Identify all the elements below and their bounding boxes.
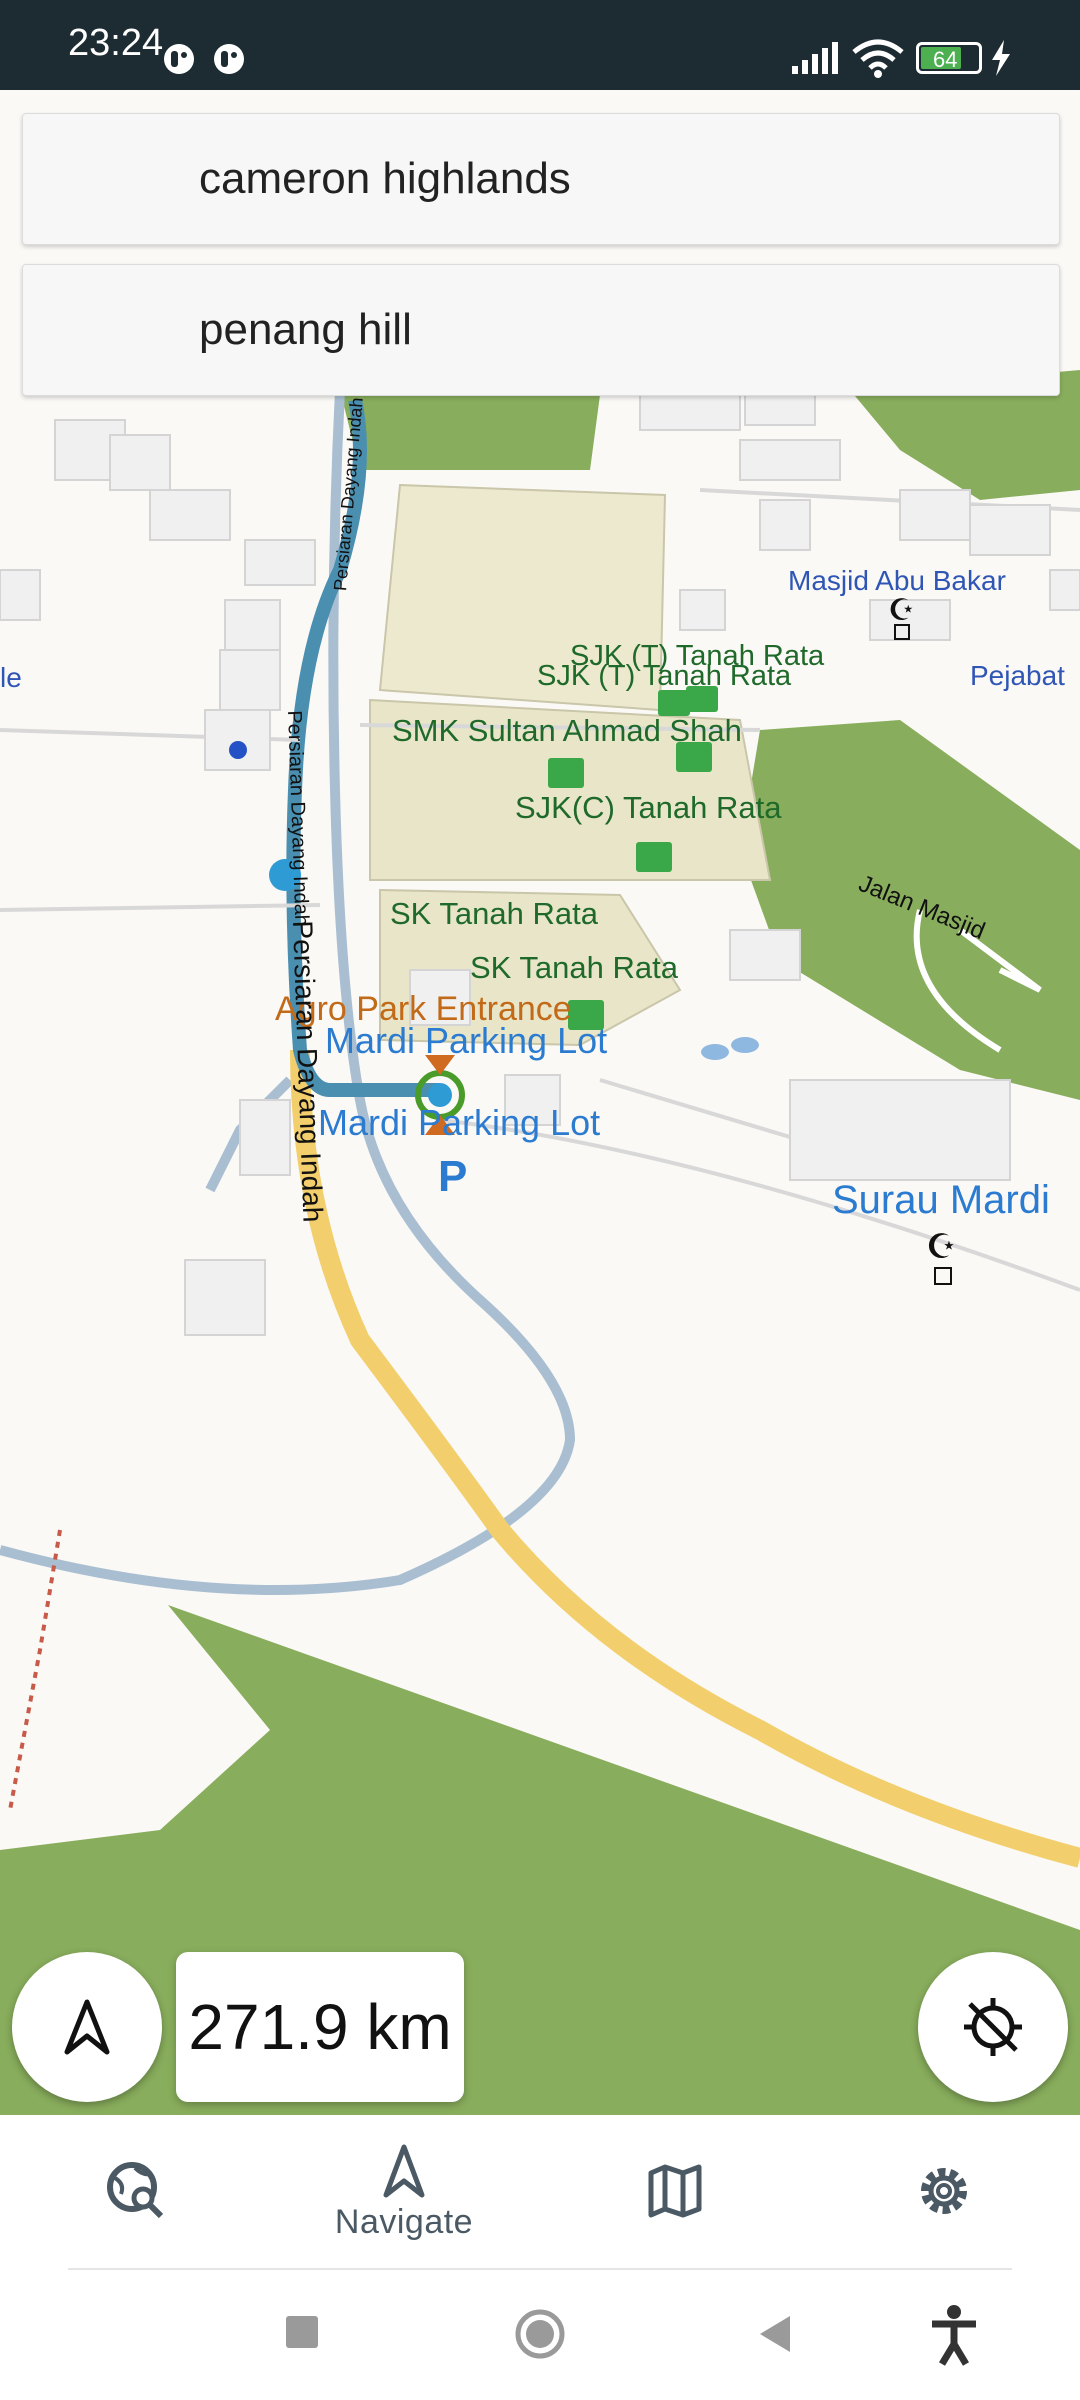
svg-text:☪: ☪ <box>888 593 915 628</box>
map-label-school[interactable]: SJK(C) Tanah Rata <box>515 790 782 826</box>
notification-icon <box>214 44 244 74</box>
parking-icon[interactable]: P <box>438 1152 467 1202</box>
search-result-item[interactable]: penang hill <box>22 264 1060 396</box>
signal-icon <box>792 42 838 74</box>
map-label-parking[interactable]: Mardi Parking Lot <box>318 1102 600 1144</box>
map-label-school[interactable]: SK Tanah Rata <box>470 950 678 986</box>
map-label-school[interactable]: SK Tanah Rata <box>390 896 598 932</box>
map-label-school[interactable]: SJK (T) Tanah Rata <box>537 660 791 693</box>
charging-icon <box>992 40 1010 76</box>
accessibility-icon[interactable] <box>928 2304 980 2366</box>
system-navigation-bar <box>0 2270 1080 2400</box>
bottom-navigation: Navigate <box>0 2115 1080 2270</box>
map-label-masjid[interactable]: Masjid Abu Bakar <box>788 565 1006 597</box>
recents-button[interactable] <box>286 2316 318 2348</box>
home-button[interactable] <box>514 2308 566 2360</box>
search-result-item[interactable]: cameron highlands <box>22 113 1060 245</box>
navigate-icon <box>383 2144 425 2198</box>
navigation-arrow-icon <box>64 1999 110 2055</box>
svg-text:☪: ☪ <box>926 1227 956 1267</box>
nav-item-settings[interactable] <box>844 2115 1044 2270</box>
status-bar: 23:24 64 <box>0 0 1080 90</box>
map-icon <box>648 2164 702 2217</box>
location-off-icon <box>964 1998 1022 2056</box>
battery-icon: 64 <box>916 42 982 74</box>
search-result-label: cameron highlands <box>199 154 571 203</box>
map-label-school[interactable]: SMK Sultan Ahmad Shah <box>392 713 742 749</box>
map-label-parking[interactable]: Mardi Parking Lot <box>325 1020 607 1062</box>
wifi-icon <box>852 39 904 78</box>
location-button[interactable] <box>918 1952 1068 2102</box>
map-label[interactable]: le <box>0 662 22 694</box>
search-globe-icon <box>107 2161 164 2218</box>
nav-label: Navigate <box>334 2203 474 2241</box>
nav-item-search[interactable] <box>36 2115 236 2270</box>
status-time: 23:24 <box>68 22 164 64</box>
map-label-pejabat[interactable]: Pejabat <box>970 660 1065 692</box>
settings-icon <box>921 2167 967 2214</box>
map-label-surau[interactable]: Surau Mardi <box>832 1178 1050 1223</box>
park-area <box>340 390 600 470</box>
search-result-label: penang hill <box>199 305 412 354</box>
distance-display: 271.9 km <box>176 1952 464 2102</box>
compass-button[interactable] <box>12 1952 162 2102</box>
notification-icon <box>164 44 194 74</box>
battery-level: 64 <box>933 47 958 72</box>
nav-item-map[interactable] <box>575 2115 775 2270</box>
back-button[interactable] <box>756 2314 792 2354</box>
nav-item-navigate[interactable]: Navigate <box>304 2115 504 2270</box>
